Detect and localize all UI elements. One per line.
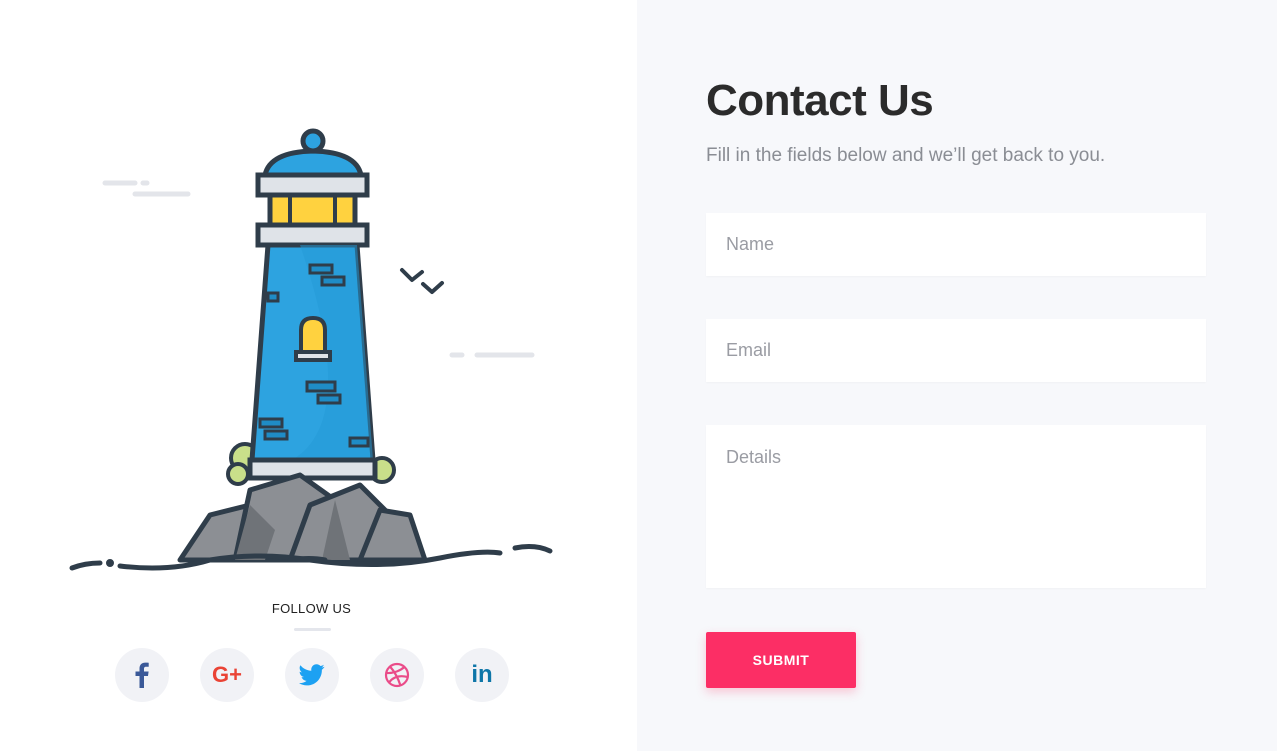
lighthouse-illustration [69,128,553,571]
email-input[interactable] [706,319,1206,382]
linkedin-icon: in [471,661,493,688]
dribbble-link[interactable] [370,648,424,702]
submit-button[interactable]: SUBMIT [706,632,856,688]
page-subtitle: Fill in the fields below and we’ll get b… [706,145,1106,166]
details-textarea[interactable] [706,425,1206,588]
contact-page: FOLLOW US G+ in Contact Us Fill in the f… [0,0,1277,751]
follow-us-divider [294,628,331,631]
twitter-link[interactable] [285,648,339,702]
name-input[interactable] [706,213,1206,276]
follow-us-label: FOLLOW US [271,601,352,616]
google-plus-link[interactable]: G+ [200,648,254,702]
page-title: Contact Us [706,76,934,125]
dribbble-icon [384,662,410,688]
social-links: G+ in [115,648,509,702]
facebook-link[interactable] [115,648,169,702]
google-plus-icon: G+ [212,662,242,687]
illustration-panel: FOLLOW US G+ in [0,0,637,751]
linkedin-link[interactable]: in [455,648,509,702]
facebook-icon [135,662,149,688]
twitter-icon [299,664,325,686]
